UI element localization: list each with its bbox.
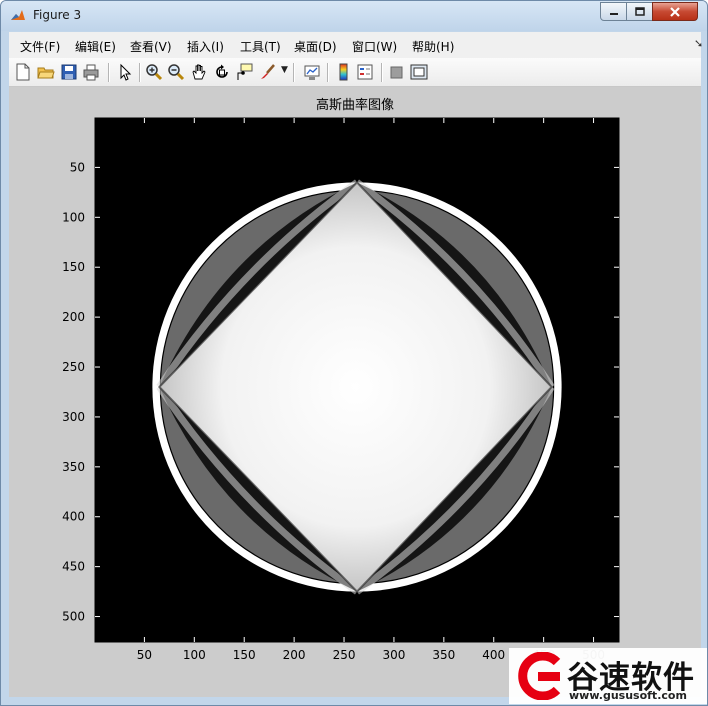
open-folder-icon[interactable]	[37, 63, 55, 81]
colorbar-icon[interactable]	[335, 63, 353, 81]
y-tick-label: 300	[62, 410, 85, 424]
brush-icon[interactable]	[259, 63, 277, 81]
menu-tools[interactable]: 工具(T)	[240, 38, 281, 55]
maximize-button[interactable]	[626, 2, 653, 21]
maximize-icon	[634, 6, 645, 16]
menu-edit[interactable]: 编辑(E)	[75, 38, 116, 55]
x-tick-label: 150	[233, 648, 256, 662]
close-icon	[670, 6, 680, 17]
new-figure-icon[interactable]	[14, 63, 32, 81]
image-plot: 高斯曲率图像 50 100 150 200 250 300 350 400 450 500 50 10…	[62, 97, 620, 662]
menu-insert[interactable]: 插入(I)	[187, 38, 224, 55]
y-tick-label: 350	[62, 460, 85, 474]
y-tick-label: 150	[62, 260, 85, 274]
y-tick-label: 50	[70, 160, 85, 174]
save-icon[interactable]	[60, 63, 78, 81]
matlab-logo-icon	[11, 10, 25, 20]
legend-icon[interactable]	[356, 63, 374, 81]
x-tick-label: 200	[283, 648, 306, 662]
x-tick-label: 400	[482, 648, 505, 662]
menu-bar: 文件(F) 编辑(E) 查看(V) 插入(I) 工具(T) 桌面(D) 窗口(W…	[9, 32, 703, 59]
y-tick-label: 400	[62, 510, 85, 524]
image-pixels	[95, 118, 619, 642]
watermark-url: www.gususoft.com	[569, 689, 687, 702]
pan-hand-icon[interactable]	[190, 63, 208, 81]
rotate-3d-icon[interactable]	[213, 63, 231, 81]
link-plot-icon[interactable]	[303, 63, 321, 81]
select-pointer-icon[interactable]	[116, 63, 134, 81]
x-tick-label: 50	[137, 648, 152, 662]
minimize-button[interactable]	[600, 2, 627, 21]
x-tick-label: 350	[432, 648, 455, 662]
toolbar-separator	[293, 63, 294, 82]
zoom-out-icon[interactable]	[167, 63, 185, 81]
figure-canvas[interactable]: 高斯曲率图像 50 100 150 200 250 300 350 400 450 500 50 10…	[9, 87, 701, 697]
brush-dropdown-icon[interactable]: ▼	[281, 65, 288, 75]
data-cursor-icon[interactable]	[236, 63, 254, 81]
x-tick-label: 100	[183, 648, 206, 662]
zoom-in-icon[interactable]	[145, 63, 163, 81]
gususoft-logo-icon	[518, 652, 561, 700]
menu-desktop[interactable]: 桌面(D)	[294, 38, 337, 55]
axis-title: 高斯曲率图像	[316, 97, 394, 113]
x-tick-label: 300	[382, 648, 405, 662]
print-icon[interactable]	[82, 63, 100, 81]
x-tick-label: 250	[333, 648, 356, 662]
y-tick-label: 450	[62, 560, 85, 574]
title-bar[interactable]: Figure 3	[1, 1, 707, 31]
toolbar-separator	[108, 63, 109, 82]
minimize-icon	[609, 12, 618, 15]
close-button[interactable]	[652, 2, 698, 21]
y-tick-label: 250	[62, 360, 85, 374]
toolbar-separator	[139, 63, 140, 82]
hide-plot-tools-icon[interactable]	[388, 63, 406, 81]
window-title: Figure 3	[33, 8, 82, 22]
menu-overflow-icon[interactable]: ➘	[694, 37, 703, 50]
watermark: 谷速软件 www.gususoft.com	[509, 648, 707, 704]
figure-toolbar: ▼	[9, 58, 701, 87]
menu-window[interactable]: 窗口(W)	[352, 38, 397, 55]
toolbar-separator	[381, 63, 382, 82]
y-tick-label: 100	[62, 210, 85, 224]
y-tick-label: 500	[62, 610, 85, 624]
menu-help[interactable]: 帮助(H)	[412, 38, 454, 55]
figure-window: Figure 3 文件(F) 编辑(E) 查看(V) 插入(I) 工具(T) 桌…	[0, 0, 708, 706]
y-tick-label: 200	[62, 310, 85, 324]
menu-file[interactable]: 文件(F)	[20, 38, 60, 55]
show-plot-tools-icon[interactable]	[410, 63, 428, 81]
toolbar-separator	[327, 63, 328, 82]
menu-view[interactable]: 查看(V)	[130, 38, 172, 55]
